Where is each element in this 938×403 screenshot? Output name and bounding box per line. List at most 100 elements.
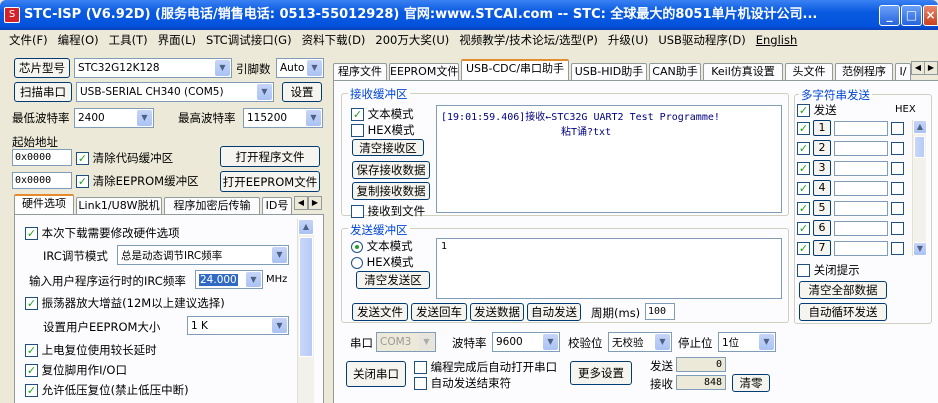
close-button[interactable]: ×	[923, 5, 938, 26]
chevron-down-icon[interactable]: ▼	[306, 110, 321, 126]
tab-can[interactable]: CAN助手	[649, 63, 701, 80]
clear-receive-button[interactable]: 清空接收区	[352, 139, 424, 156]
chevron-down-icon[interactable]: ▼	[215, 60, 230, 76]
tab-header-file[interactable]: 头文件	[785, 63, 833, 80]
scroll-down-icon[interactable]: ▼	[913, 242, 927, 256]
chevron-down-icon[interactable]: ▼	[272, 247, 287, 263]
check-icon[interactable]: ✓	[25, 227, 38, 240]
multi-row-input[interactable]	[834, 220, 888, 236]
stop-bit-select[interactable]: 1位 ▼	[718, 332, 776, 352]
checkbox-empty-icon[interactable]	[797, 264, 810, 277]
check-icon[interactable]: ✓	[797, 141, 810, 155]
tab-usb-hid[interactable]: USB-HID助手	[571, 63, 647, 80]
chevron-down-icon[interactable]: ▼	[419, 334, 434, 350]
check-icon[interactable]: ✓	[797, 161, 810, 175]
maximize-button[interactable]: □	[901, 5, 922, 26]
checkbox-empty-icon[interactable]	[891, 181, 904, 195]
reset-io-row[interactable]: ✓ 复位脚用作I/O口	[25, 362, 127, 378]
checkbox-empty-icon[interactable]	[351, 124, 364, 137]
tab-eeprom-file[interactable]: EEPROM文件	[389, 63, 459, 80]
open-program-file-button[interactable]: 打开程序文件	[220, 146, 320, 167]
chevron-down-icon[interactable]: ▼	[543, 334, 558, 350]
more-settings-button[interactable]: 更多设置	[570, 361, 632, 385]
menu-program[interactable]: 编程(O)	[53, 32, 104, 48]
multi-row-input[interactable]	[834, 200, 888, 216]
multi-row-send-button[interactable]: 5	[813, 200, 831, 216]
recv-hex-mode-row[interactable]: HEX模式	[351, 122, 414, 138]
tab-io[interactable]: I/	[895, 63, 911, 80]
tab-scroll-right-icon[interactable]: ▶	[308, 196, 322, 210]
port-select[interactable]: USB-SERIAL CH340 (COM5) ▼	[76, 82, 274, 102]
chevron-down-icon[interactable]: ▼	[307, 60, 322, 76]
parity-select[interactable]: 无校验 ▼	[608, 332, 672, 352]
check-icon[interactable]: ✓	[25, 364, 38, 377]
check-icon[interactable]: ✓	[797, 241, 810, 255]
scroll-up-icon[interactable]: ▲	[298, 219, 314, 235]
tab-scroll-left-icon[interactable]: ◀	[294, 196, 308, 210]
clear-send-button[interactable]: 清空发送区	[356, 271, 430, 289]
auto-end-row[interactable]: 自动发送结束符	[414, 375, 511, 391]
multi-row-input[interactable]	[834, 140, 888, 156]
checkbox-empty-icon[interactable]	[891, 201, 904, 215]
menu-debug[interactable]: STC调试接口(G)	[201, 32, 297, 48]
multi-row-send-button[interactable]: 3	[813, 160, 831, 176]
clear-eeprom-checkbox-row[interactable]: ✓ 清除EEPROM缓冲区	[76, 173, 199, 189]
min-baud-select[interactable]: 2400 ▼	[74, 108, 154, 128]
eeprom-address-input[interactable]: 0x0000	[12, 172, 72, 189]
chevron-down-icon[interactable]: ▼	[246, 272, 261, 287]
menu-tools[interactable]: 工具(T)	[104, 32, 153, 48]
eeprom-size-select[interactable]: 1 K ▼	[187, 316, 289, 335]
menu-downloads[interactable]: 资料下载(D)	[297, 32, 371, 48]
check-icon[interactable]: ✓	[797, 221, 810, 235]
tab-serial-assistant[interactable]: USB-CDC/串口助手	[461, 59, 569, 81]
menu-interface[interactable]: 界面(L)	[153, 32, 201, 48]
radio-empty-icon[interactable]	[351, 256, 363, 269]
hardware-options-scrollbar[interactable]: ▲	[297, 219, 314, 403]
send-file-button[interactable]: 发送文件	[352, 303, 408, 321]
tab-keil[interactable]: Keil仿真设置	[703, 63, 783, 80]
copy-receive-button[interactable]: 复制接收数据	[352, 182, 430, 200]
check-icon[interactable]: ✓	[76, 175, 89, 188]
com-port-select[interactable]: COM3 ▼	[376, 332, 436, 352]
radio-selected-icon[interactable]	[351, 240, 363, 253]
irc-mode-select[interactable]: 总是动态调节IRC频率 ▼	[117, 245, 289, 265]
chip-model-select[interactable]: STC32G12K128 ▼	[74, 58, 232, 78]
multi-row-input[interactable]	[834, 180, 888, 196]
send-cr-button[interactable]: 发送回车	[411, 303, 467, 321]
tab-examples[interactable]: 范例程序	[835, 63, 893, 80]
multi-row-send-button[interactable]: 2	[813, 140, 831, 156]
menu-english[interactable]: English	[751, 33, 803, 47]
clear-code-checkbox-row[interactable]: ✓ 清除代码缓冲区	[76, 150, 173, 166]
checkbox-empty-icon[interactable]	[351, 205, 364, 218]
recv-to-file-row[interactable]: 接收到文件	[351, 203, 425, 219]
check-icon[interactable]: ✓	[797, 104, 810, 117]
settings-button[interactable]: 设置	[282, 82, 322, 102]
check-icon[interactable]: ✓	[797, 181, 810, 195]
recv-text-mode-row[interactable]: ✓ 文本模式	[351, 106, 414, 122]
low-voltage-reset-row[interactable]: ✓ 允许低压复位(禁止低压中断)	[25, 382, 189, 398]
tab-encrypted-transfer[interactable]: 程序加密后传输	[164, 197, 260, 214]
multi-string-scrollbar[interactable]: ▲ ▼	[912, 120, 927, 256]
auto-loop-send-button[interactable]: 自动循环发送	[799, 303, 887, 321]
minimize-button[interactable]: _	[879, 5, 900, 26]
check-icon[interactable]: ✓	[351, 108, 364, 121]
checkbox-empty-icon[interactable]	[891, 141, 904, 155]
chevron-down-icon[interactable]: ▼	[137, 110, 152, 126]
multi-row-input[interactable]	[834, 160, 888, 176]
menu-file[interactable]: 文件(F)	[4, 32, 53, 48]
scroll-up-icon[interactable]: ▲	[913, 120, 927, 134]
send-text-mode-row[interactable]: 文本模式	[351, 238, 413, 254]
multi-row-send-button[interactable]: 7	[813, 240, 831, 256]
period-input[interactable]: 100	[645, 303, 675, 320]
checkbox-empty-icon[interactable]	[891, 241, 904, 255]
check-icon[interactable]: ✓	[25, 344, 38, 357]
save-receive-button[interactable]: 保存接收数据	[352, 161, 430, 179]
checkbox-empty-icon[interactable]	[414, 377, 427, 390]
max-baud-select[interactable]: 115200 ▼	[243, 108, 323, 128]
tab-scroll-left-icon[interactable]: ◀	[911, 61, 925, 75]
check-icon[interactable]: ✓	[25, 384, 38, 397]
scroll-thumb[interactable]	[914, 136, 925, 158]
checkbox-empty-icon[interactable]	[891, 121, 904, 135]
menu-upgrade[interactable]: 升级(U)	[603, 32, 653, 48]
scan-port-button[interactable]: 扫描串口	[14, 82, 72, 102]
